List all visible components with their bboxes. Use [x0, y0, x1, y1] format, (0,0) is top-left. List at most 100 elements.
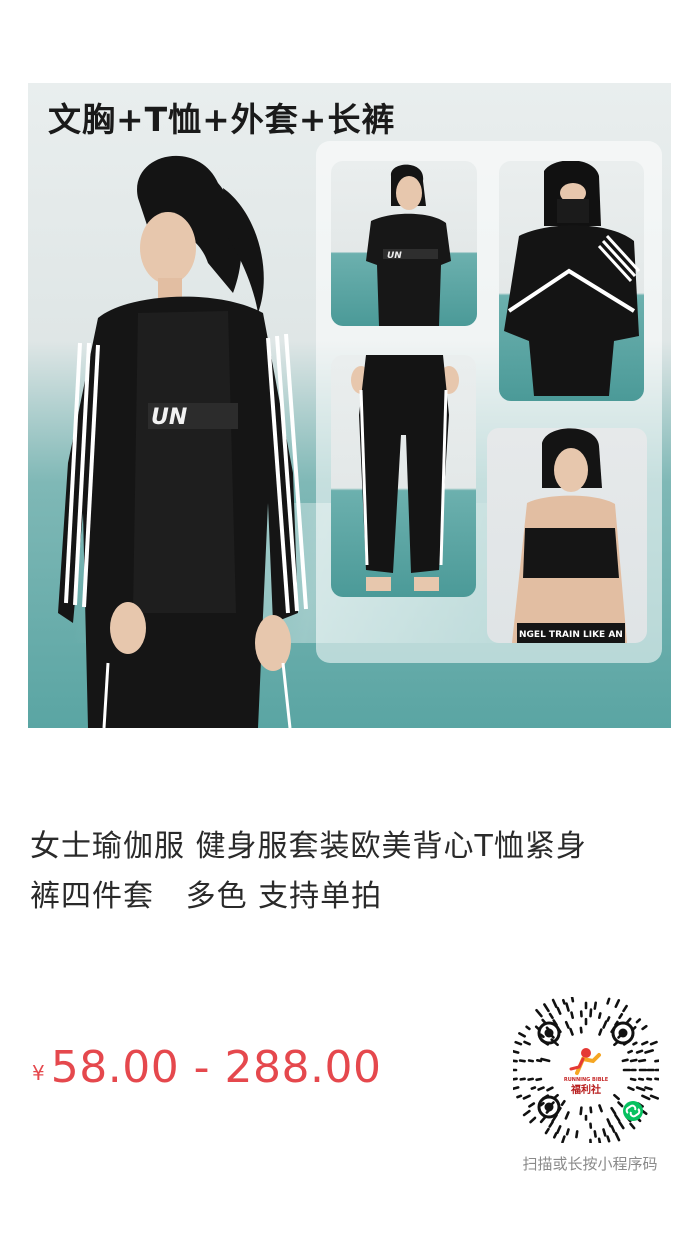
code-ray [646, 1077, 653, 1081]
code-ray [613, 1093, 620, 1101]
code-ray [638, 1058, 647, 1063]
mini-program-code[interactable]: RUNNING BIBLE 福利社 [508, 995, 663, 1147]
code-finder-eye-center [544, 1102, 554, 1112]
code-ray [551, 998, 558, 1008]
code-ray [509, 1049, 520, 1054]
waistband-print-text: NGEL TRAIN LIKE AN [519, 630, 623, 640]
thumbnail-pants[interactable] [331, 355, 476, 597]
code-ray [579, 1026, 583, 1034]
code-ray [561, 998, 566, 1005]
code-ray [589, 1008, 593, 1018]
mini-program-caption: 扫描或长按小程序码 [522, 1155, 658, 1173]
code-ray [597, 1137, 602, 1147]
code-ray [589, 1106, 593, 1114]
code-ray [610, 1125, 616, 1133]
code-ray [575, 1130, 579, 1139]
code-ray [510, 1077, 518, 1081]
code-ray [602, 1020, 608, 1029]
code-ray [579, 1106, 583, 1116]
code-ray [529, 1116, 537, 1124]
code-ray [635, 1018, 642, 1024]
code-ray [618, 1012, 624, 1020]
code-ray [644, 1049, 654, 1054]
code-ray [610, 1106, 617, 1115]
code-ray [606, 997, 611, 1005]
code-ray [641, 1094, 651, 1101]
code-ray [509, 1086, 520, 1091]
product-title-line1: 女士瑜伽服 健身服套装欧美背心T恤紧身 [30, 829, 587, 864]
code-ray [621, 1058, 629, 1063]
code-ray [560, 1100, 566, 1106]
code-ray [535, 1008, 543, 1018]
code-ray [635, 1049, 644, 1054]
code-ray [535, 1077, 543, 1082]
code-ray [641, 1109, 648, 1115]
code-ray [565, 1002, 570, 1012]
code-ray [649, 1040, 658, 1046]
thumbnail-hooded-jacket[interactable] [499, 161, 644, 401]
code-ray [638, 1077, 645, 1081]
code-ray [569, 1027, 574, 1036]
thumbnail-sports-bra[interactable]: NGEL TRAIN LIKE AN [487, 428, 647, 643]
code-ray [543, 1003, 550, 1013]
code-ray [556, 1125, 562, 1134]
mini-program-code-pattern: RUNNING BIBLE 福利社 [508, 995, 663, 1147]
thumbnail-tshirt[interactable]: UN [331, 161, 477, 326]
code-ray [614, 1113, 621, 1122]
code-ray [606, 1135, 611, 1143]
logo-text-cn: 福利社 [570, 1083, 601, 1096]
banner-text: 文胸+T恤+外套+长裤 [48, 100, 396, 139]
code-ray [552, 1132, 558, 1139]
code-ray [546, 1086, 554, 1092]
code-ray [535, 1058, 543, 1063]
code-ray [606, 1118, 612, 1128]
code-ray [654, 1059, 663, 1063]
mini-program-link-icon [623, 1101, 643, 1121]
code-finder-eye-center [544, 1028, 554, 1038]
code-ray [540, 1057, 551, 1063]
price-range-amount: 58.00 - 288.00 [50, 1042, 382, 1093]
code-ray [598, 1012, 602, 1020]
code-ray [598, 1028, 603, 1036]
code-ray [564, 1020, 570, 1029]
code-ray [606, 1016, 611, 1022]
logo-text-top: RUNNING BIBLE [564, 1077, 609, 1083]
code-ray [602, 1128, 607, 1137]
code-ray [527, 1077, 535, 1081]
svg-text:UN: UN [387, 251, 402, 261]
currency-symbol: ¥ [32, 1061, 45, 1085]
code-ray [614, 998, 621, 1008]
code-ray [617, 1101, 624, 1108]
code-ray [593, 1001, 597, 1010]
code-ray [629, 1077, 637, 1082]
code-ray [522, 1109, 531, 1117]
code-ray [598, 1104, 603, 1113]
code-ray [561, 1135, 566, 1144]
code-ray [570, 1011, 575, 1020]
code-ray [514, 1040, 523, 1046]
product-title-line2: 裤四件套 多色 支持单拍 [30, 879, 383, 914]
code-ray [627, 1086, 635, 1091]
price-range: ¥58.00 - 288.00 [32, 1042, 382, 1093]
code-ray [548, 1120, 554, 1128]
product-title: 女士瑜伽服 健身服套装欧美背心T恤紧身 裤四件套 多色 支持单拍 [30, 822, 670, 922]
code-ray [518, 1059, 526, 1063]
code-ray [632, 1041, 638, 1046]
code-ray [525, 1025, 531, 1031]
code-ray [629, 1058, 638, 1063]
code-ray [641, 1024, 648, 1031]
code-ray [516, 1094, 523, 1099]
code-finder-eye-center [618, 1028, 628, 1038]
code-ray [556, 1006, 562, 1015]
code-ray [644, 1086, 653, 1091]
code-ray [565, 1128, 570, 1136]
code-ray [544, 1127, 550, 1135]
code-ray [622, 1004, 628, 1013]
code-ray [629, 1122, 636, 1130]
code-ray [593, 1130, 597, 1138]
code-ray [519, 1077, 526, 1081]
code-ray [627, 1049, 633, 1054]
code-ray [527, 1059, 535, 1063]
product-image[interactable]: 文胸+T恤+外套+长裤 UN UN NGEL TRAIN LIKE AN [28, 83, 671, 728]
code-ray [537, 1086, 545, 1091]
